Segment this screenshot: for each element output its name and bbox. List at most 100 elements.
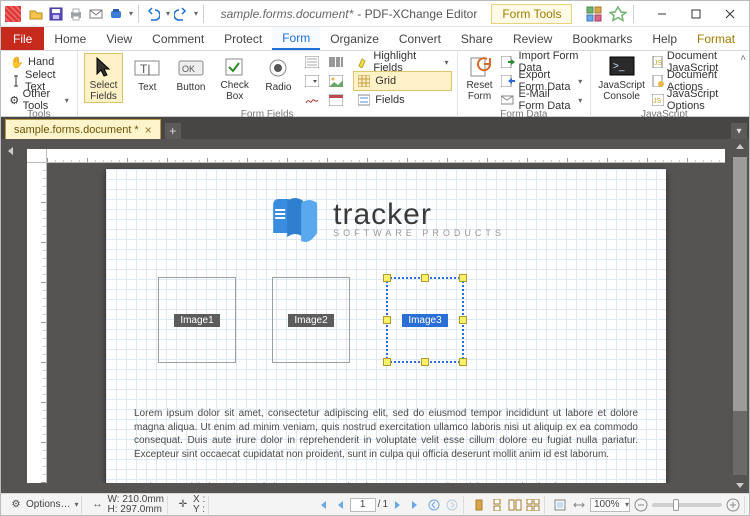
tab-help[interactable]: Help — [642, 27, 687, 50]
tab-review[interactable]: Review — [503, 27, 562, 50]
redo-dropdown-icon[interactable]: ▾ — [194, 9, 198, 18]
scroll-up-icon[interactable] — [732, 139, 748, 155]
close-button[interactable] — [713, 3, 747, 25]
ui-toggle-1-icon[interactable] — [582, 2, 606, 26]
scan-icon[interactable] — [107, 5, 125, 23]
minimize-button[interactable] — [645, 3, 679, 25]
new-tab-button[interactable]: + — [165, 123, 181, 139]
zoom-out-icon[interactable] — [633, 497, 649, 513]
zoom-slider-knob[interactable] — [673, 499, 679, 511]
tab-bookmarks[interactable]: Bookmarks — [562, 27, 642, 50]
tab-arrange[interactable]: Arrange — [745, 27, 750, 50]
reset-form-button[interactable]: ResetForm — [464, 53, 496, 103]
print-icon[interactable] — [67, 5, 85, 23]
scroll-down-icon[interactable] — [732, 477, 748, 493]
other-tools[interactable]: ⚙Other Tools▾ — [7, 91, 71, 109]
tab-format[interactable]: Format — [687, 27, 745, 50]
fields-pane[interactable]: Fields — [354, 91, 450, 109]
tab-comment[interactable]: Comment — [142, 27, 214, 50]
first-page-icon[interactable] — [314, 497, 330, 513]
signature-icon — [304, 92, 320, 108]
collapse-ribbon-icon[interactable]: ˄ — [740, 53, 746, 64]
prev-page-icon[interactable] — [332, 497, 348, 513]
page[interactable]: tracker SOFTWARE PRODUCTS Image1 Image2 … — [106, 169, 666, 483]
radio-field-button[interactable]: Radio — [259, 53, 299, 103]
dropdown-button[interactable] — [302, 72, 322, 90]
layout-two-cont-icon[interactable] — [525, 497, 541, 513]
zoom-value[interactable]: 100%▾ — [590, 498, 630, 512]
nav-back-icon[interactable] — [426, 497, 442, 513]
qat-dropdown-icon[interactable]: ▾ — [129, 9, 133, 18]
tab-convert[interactable]: Convert — [389, 27, 451, 50]
fit-page-icon[interactable] — [552, 497, 568, 513]
undo-icon[interactable] — [144, 5, 162, 23]
zoom-slider[interactable] — [652, 503, 722, 507]
checkbox-icon — [221, 56, 249, 78]
ruler-vertical[interactable] — [27, 163, 47, 483]
page-number-input[interactable]: 1 — [350, 498, 376, 512]
resize-handle[interactable] — [459, 358, 467, 366]
document-tab[interactable]: sample.forms.document * × — [5, 119, 161, 139]
left-pane-toggle-icon[interactable] — [3, 143, 19, 159]
layout-cont-icon[interactable] — [489, 497, 505, 513]
maximize-button[interactable] — [679, 3, 713, 25]
scroll-thumb[interactable] — [733, 157, 747, 411]
next-page-icon[interactable] — [390, 497, 406, 513]
date-icon — [328, 92, 344, 108]
save-icon[interactable] — [47, 5, 65, 23]
form-field-image2[interactable]: Image2 — [272, 277, 350, 363]
image-button[interactable] — [326, 72, 346, 90]
zoom-in-icon[interactable] — [725, 497, 741, 513]
scroll-track[interactable] — [733, 157, 747, 475]
date-button[interactable] — [326, 91, 346, 109]
highlight-fields[interactable]: Highlight Fields▾ — [354, 53, 450, 71]
checkbox-field-button[interactable]: CheckBox — [215, 53, 255, 103]
barcode-button[interactable] — [326, 53, 346, 71]
open-icon[interactable] — [27, 5, 45, 23]
ui-toggle-2-icon[interactable] — [606, 2, 630, 26]
signature-button[interactable] — [302, 91, 322, 109]
resize-handle[interactable] — [383, 274, 391, 282]
resize-handle[interactable] — [383, 316, 391, 324]
tabstrip-menu-icon[interactable]: ▾ — [731, 123, 747, 139]
options-button[interactable]: ⚙Options…▾ — [5, 496, 82, 514]
listbox-button[interactable] — [302, 53, 322, 71]
fit-width-icon[interactable] — [571, 497, 587, 513]
redo-icon[interactable] — [172, 5, 190, 23]
resize-handle[interactable] — [421, 274, 429, 282]
ruler-horizontal[interactable] — [47, 149, 725, 163]
tab-form[interactable]: Form — [272, 27, 320, 50]
undo-dropdown-icon[interactable]: ▾ — [166, 9, 170, 18]
js-console-button[interactable]: >_ JavaScriptConsole — [597, 53, 646, 103]
tab-home[interactable]: Home — [44, 27, 96, 50]
grid-toggle[interactable]: Grid — [354, 72, 450, 90]
resize-handle[interactable] — [459, 316, 467, 324]
tab-file[interactable]: File — [1, 27, 44, 50]
svg-text:OK: OK — [182, 64, 195, 74]
layout-two-icon[interactable] — [507, 497, 523, 513]
javascript-options[interactable]: JSJavaScript Options — [650, 91, 732, 109]
form-field-image3[interactable]: Image3 — [386, 277, 464, 363]
tab-protect[interactable]: Protect — [214, 27, 272, 50]
tab-share[interactable]: Share — [451, 27, 503, 50]
body-text-2: Sed ut perspiciatis unde omnis iste natu… — [134, 481, 638, 483]
resize-handle[interactable] — [459, 274, 467, 282]
ruler-corner — [27, 149, 47, 163]
resize-handle[interactable] — [383, 358, 391, 366]
nav-fwd-icon[interactable] — [444, 497, 460, 513]
form-field-image1[interactable]: Image1 — [158, 277, 236, 363]
tab-organize[interactable]: Organize — [320, 27, 389, 50]
email-form-data[interactable]: E-Mail Form Data▾ — [499, 91, 584, 109]
select-fields-button[interactable]: SelectFields — [84, 53, 124, 103]
layout-single-icon[interactable] — [471, 497, 487, 513]
close-tab-icon[interactable]: × — [145, 123, 152, 137]
canvas[interactable]: tracker SOFTWARE PRODUCTS Image1 Image2 … — [21, 139, 731, 493]
last-page-icon[interactable] — [408, 497, 424, 513]
resize-handle[interactable] — [421, 358, 429, 366]
ribbon-tabs: File Home View Comment Protect Form Orga… — [1, 27, 749, 51]
button-field-button[interactable]: OK Button — [171, 53, 211, 103]
email-icon[interactable] — [87, 5, 105, 23]
tab-view[interactable]: View — [96, 27, 142, 50]
text-field-button[interactable]: T| Text — [127, 53, 167, 103]
vertical-scrollbar[interactable] — [731, 139, 749, 493]
